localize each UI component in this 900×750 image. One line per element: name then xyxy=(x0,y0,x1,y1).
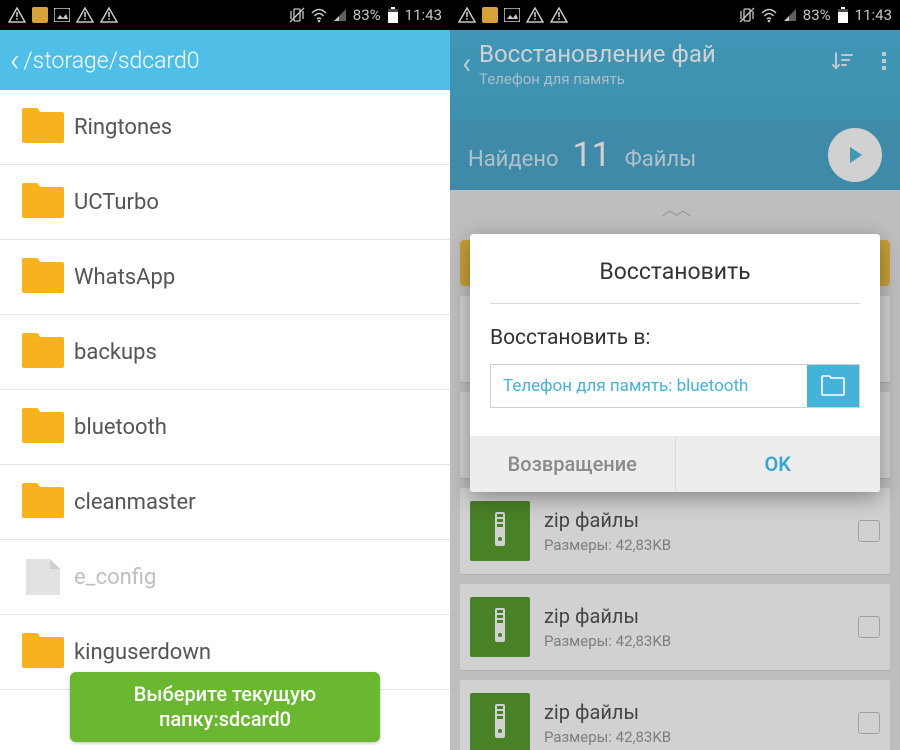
list-item[interactable]: bluetooth xyxy=(0,390,450,465)
dialog-title: Восстановить xyxy=(470,234,880,303)
battery-icon xyxy=(387,6,399,24)
app-icon xyxy=(482,7,498,23)
back-icon[interactable]: ‹ xyxy=(10,44,20,76)
signal-icon xyxy=(333,8,347,22)
list-item[interactable]: cleanmaster xyxy=(0,465,450,540)
file-icon xyxy=(20,557,66,597)
restore-dialog: Восстановить Восстановить в: Телефон для… xyxy=(470,234,880,492)
clock-text: 11:43 xyxy=(855,6,892,24)
list-item[interactable]: Ringtones xyxy=(0,90,450,165)
warning-icon xyxy=(100,7,118,23)
phone-left: 83% 11:43 ‹ /storage/sdcard0 Ringtones U… xyxy=(0,0,450,750)
battery-text: 83% xyxy=(803,6,831,24)
image-icon xyxy=(504,8,520,22)
signal-icon xyxy=(783,8,797,22)
status-bar: 83% 11:43 xyxy=(0,0,450,30)
file-list: Ringtones UCTurbo WhatsApp backups bluet… xyxy=(0,90,450,690)
wifi-icon xyxy=(761,7,777,23)
vibrate-icon xyxy=(739,7,755,23)
list-item[interactable]: WhatsApp xyxy=(0,240,450,315)
folder-icon xyxy=(20,407,66,447)
item-label: UCTurbo xyxy=(74,190,159,215)
path-header[interactable]: ‹ /storage/sdcard0 xyxy=(0,30,450,90)
warning-icon xyxy=(526,7,544,23)
item-label: WhatsApp xyxy=(74,265,175,290)
list-item[interactable]: UCTurbo xyxy=(0,165,450,240)
item-label: backups xyxy=(74,340,157,365)
vibrate-icon xyxy=(289,7,305,23)
item-label: Ringtones xyxy=(74,115,172,140)
dialog-field-label: Восстановить в: xyxy=(490,326,860,350)
warning-icon xyxy=(76,7,94,23)
folder-icon xyxy=(20,482,66,522)
wifi-icon xyxy=(311,7,327,23)
phone-right: 83% 11:43 ‹ Восстановление фай Телефон д… xyxy=(450,0,900,750)
battery-text: 83% xyxy=(353,6,381,24)
app-icon xyxy=(32,7,48,23)
list-item[interactable]: backups xyxy=(0,315,450,390)
browse-button[interactable] xyxy=(807,365,859,407)
item-label: kinguserdown xyxy=(74,640,211,665)
status-bar: 83% 11:43 xyxy=(450,0,900,30)
item-label: e_config xyxy=(74,565,156,590)
image-icon xyxy=(54,8,70,22)
list-item[interactable]: e_config xyxy=(0,540,450,615)
warning-icon xyxy=(8,7,26,23)
folder-icon xyxy=(20,332,66,372)
warning-icon xyxy=(550,7,568,23)
destination-value: Телефон для память: bluetooth xyxy=(491,376,807,396)
folder-icon xyxy=(20,182,66,222)
path-text: /storage/sdcard0 xyxy=(24,47,200,74)
folder-icon xyxy=(20,257,66,297)
ok-button[interactable]: OK xyxy=(675,436,881,492)
item-label: cleanmaster xyxy=(74,490,196,515)
battery-icon xyxy=(837,6,849,24)
select-folder-button[interactable]: Выберите текущую папку:sdcard0 xyxy=(70,672,380,742)
cancel-button[interactable]: Возвращение xyxy=(470,436,675,492)
destination-field[interactable]: Телефон для память: bluetooth xyxy=(490,364,860,408)
item-label: bluetooth xyxy=(74,415,167,440)
clock-text: 11:43 xyxy=(405,6,442,24)
warning-icon xyxy=(458,7,476,23)
folder-icon xyxy=(20,632,66,672)
folder-icon xyxy=(20,107,66,147)
